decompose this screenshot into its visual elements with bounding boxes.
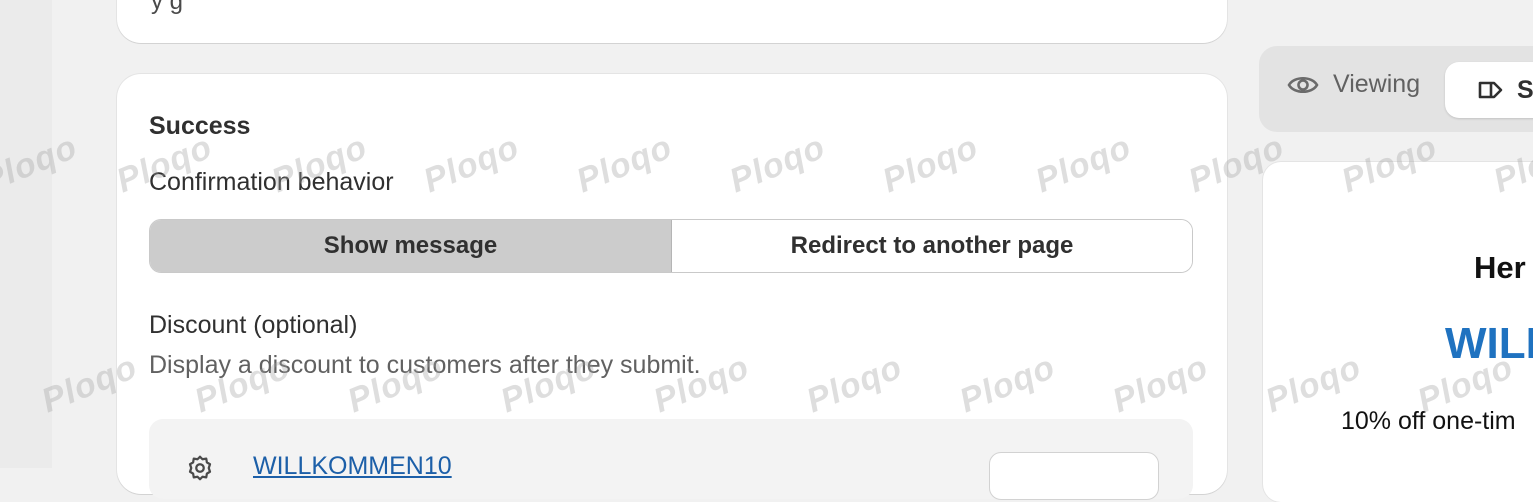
preview-discount-code: WILL xyxy=(1445,319,1533,368)
preview-tab[interactable]: Su xyxy=(1445,62,1533,118)
discount-action-button[interactable] xyxy=(989,452,1159,500)
redirect-option[interactable]: Redirect to another page xyxy=(672,220,1192,272)
viewing-label: Viewing xyxy=(1333,70,1421,98)
discount-label: Discount (optional) xyxy=(149,311,358,339)
preview-heading: Her xyxy=(1474,250,1526,285)
previous-section-text: y g xyxy=(151,0,184,15)
previous-section-card: y g xyxy=(117,0,1227,43)
tag-icon xyxy=(1478,81,1503,99)
success-card: Success Confirmation behavior Show messa… xyxy=(117,74,1227,500)
preview-offer-text: 10% off one-tim xyxy=(1341,407,1516,435)
gear-icon xyxy=(185,453,215,483)
preview-tab-label: Su xyxy=(1517,75,1533,104)
show-message-option[interactable]: Show message xyxy=(150,220,672,272)
preview-toolbar: Viewing Su xyxy=(1259,46,1533,132)
confirmation-behavior-label: Confirmation behavior xyxy=(149,168,394,196)
viewing-indicator[interactable]: Viewing xyxy=(1287,70,1420,99)
discount-row: WILLKOMMEN10 xyxy=(149,419,1193,500)
confirmation-behavior-toggle: Show message Redirect to another page xyxy=(149,219,1193,273)
left-rail xyxy=(0,0,52,468)
form-preview-card: Her WILL 10% off one-tim xyxy=(1263,162,1533,502)
eye-icon xyxy=(1287,76,1319,93)
section-title: Success xyxy=(149,112,251,140)
discount-help-text: Display a discount to customers after th… xyxy=(149,351,701,379)
discount-code-link[interactable]: WILLKOMMEN10 xyxy=(253,452,452,481)
